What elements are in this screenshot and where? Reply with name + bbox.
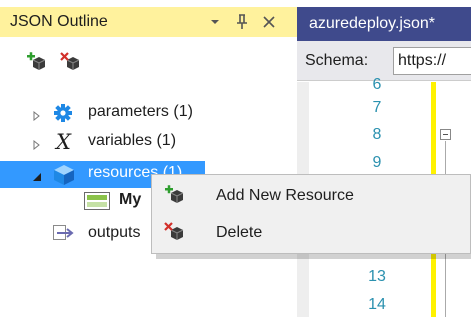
menu-item-add-new-resource[interactable]: Add New Resource xyxy=(152,177,470,215)
tree-node-label: outputs xyxy=(88,224,141,241)
tree-node-parameters[interactable]: parameters (1) xyxy=(0,99,297,127)
gear-icon xyxy=(53,103,73,123)
resource-icon xyxy=(84,192,110,210)
expand-arrow-icon[interactable] xyxy=(32,137,42,151)
menu-item-delete[interactable]: Delete xyxy=(152,214,470,252)
editor-tab-title: azuredeploy.json* xyxy=(309,15,436,32)
add-resource-icon[interactable] xyxy=(26,52,48,72)
editor-pane: azuredeploy.json* Schema: https:// 6 7 8… xyxy=(297,0,471,317)
line-number: 7 xyxy=(372,99,382,116)
svg-text:X: X xyxy=(54,131,72,153)
tree-node-variables[interactable]: X variables (1) xyxy=(0,128,297,156)
collapse-arrow-icon[interactable] xyxy=(32,169,42,181)
pin-icon[interactable] xyxy=(232,7,252,37)
expand-arrow-icon[interactable] xyxy=(32,108,42,122)
panel-menu-dropdown-icon[interactable] xyxy=(205,7,225,37)
outline-toolbar xyxy=(0,40,297,80)
tree-node-label: parameters (1) xyxy=(88,103,193,120)
panel-header: JSON Outline xyxy=(0,7,297,37)
variable-x-icon: X xyxy=(54,130,74,154)
outputs-icon xyxy=(53,225,74,245)
tree-node-label: variables (1) xyxy=(88,132,177,149)
json-outline-panel: JSON Outline parameters (1) X variables … xyxy=(0,0,297,317)
cube-icon xyxy=(53,164,74,185)
line-number: 8 xyxy=(372,126,382,143)
line-number: 9 xyxy=(372,154,382,171)
menu-item-label: Add New Resource xyxy=(216,187,354,204)
menu-item-label: Delete xyxy=(216,224,263,241)
add-resource-icon xyxy=(164,185,186,207)
schema-label: Schema: xyxy=(305,52,369,69)
close-icon[interactable] xyxy=(259,7,279,37)
panel-title: JSON Outline xyxy=(10,13,108,30)
tree-node-label: My xyxy=(119,191,142,208)
schema-bar: Schema: https:// xyxy=(297,41,471,81)
line-number: 13 xyxy=(368,268,386,285)
collapse-region-icon[interactable] xyxy=(440,129,451,140)
context-menu: Add New Resource Delete xyxy=(151,174,471,254)
delete-resource-icon[interactable] xyxy=(60,52,82,72)
line-number: 6 xyxy=(372,76,382,93)
line-number: 14 xyxy=(368,296,386,313)
delete-resource-icon xyxy=(164,222,186,244)
editor-tab[interactable]: azuredeploy.json* xyxy=(297,7,471,41)
schema-input[interactable]: https:// xyxy=(393,47,471,75)
